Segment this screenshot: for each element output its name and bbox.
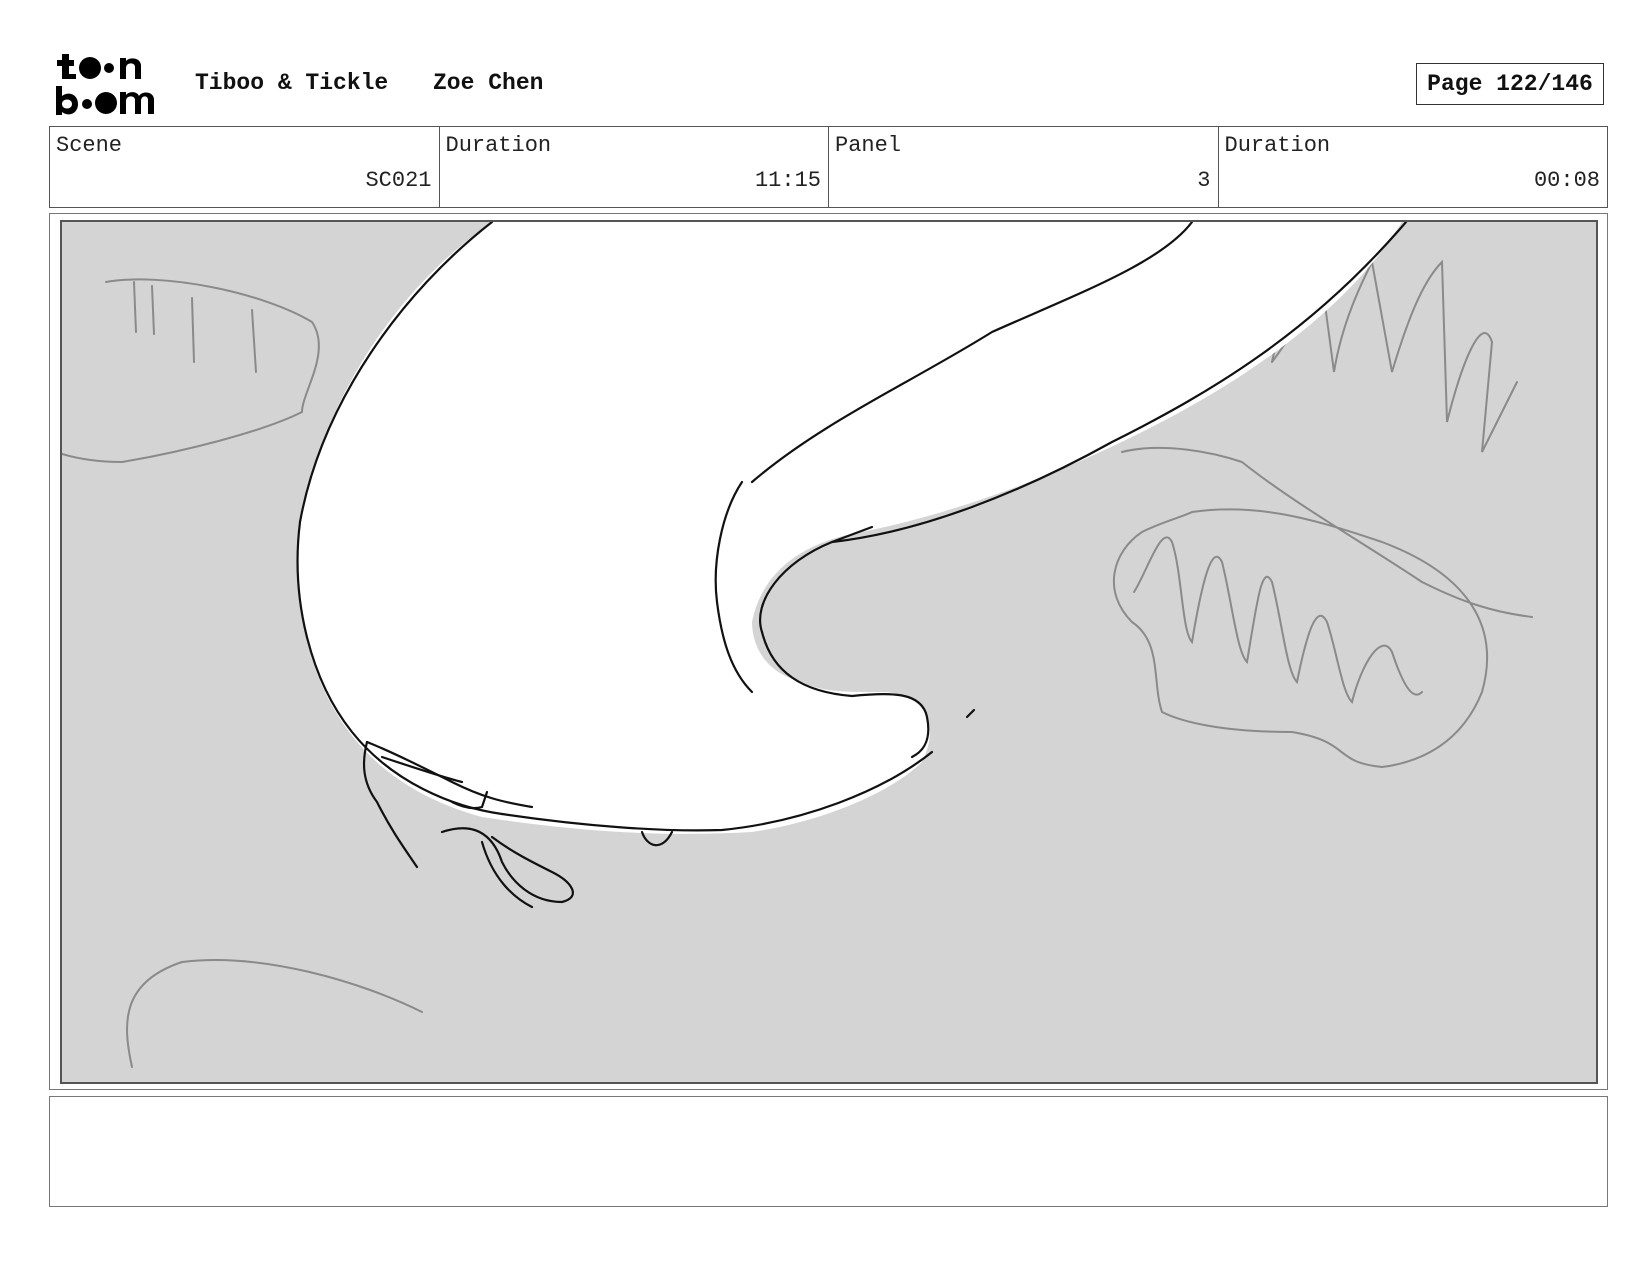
- panel-label: Panel: [835, 133, 902, 158]
- scene-duration-value: 11:15: [754, 168, 821, 193]
- toonboom-logo: [54, 52, 172, 116]
- scene-cell: Scene SC021: [50, 127, 440, 207]
- scene-value: SC021: [365, 168, 432, 193]
- panel-duration-value: 00:08: [1533, 168, 1600, 193]
- author-name: Zoe Chen: [433, 70, 544, 96]
- scene-info-table: Scene SC021 Duration 11:15 Panel 3 Durat…: [49, 126, 1608, 208]
- storyboard-panel-image: [60, 220, 1598, 1084]
- scene-label: Scene: [56, 133, 123, 158]
- panel-duration-label: Duration: [1224, 133, 1331, 158]
- panel-duration-cell: Duration 00:08: [1219, 127, 1608, 207]
- scene-duration-label: Duration: [445, 133, 552, 158]
- scene-duration-cell: Duration 11:15: [440, 127, 829, 207]
- page-indicator: Page 122/146: [1416, 63, 1604, 105]
- panel-cell: Panel 3: [829, 127, 1219, 207]
- panel-notes-box: [49, 1096, 1608, 1207]
- panel-value: 3: [1197, 168, 1211, 193]
- project-title: Tiboo & Tickle: [195, 70, 389, 96]
